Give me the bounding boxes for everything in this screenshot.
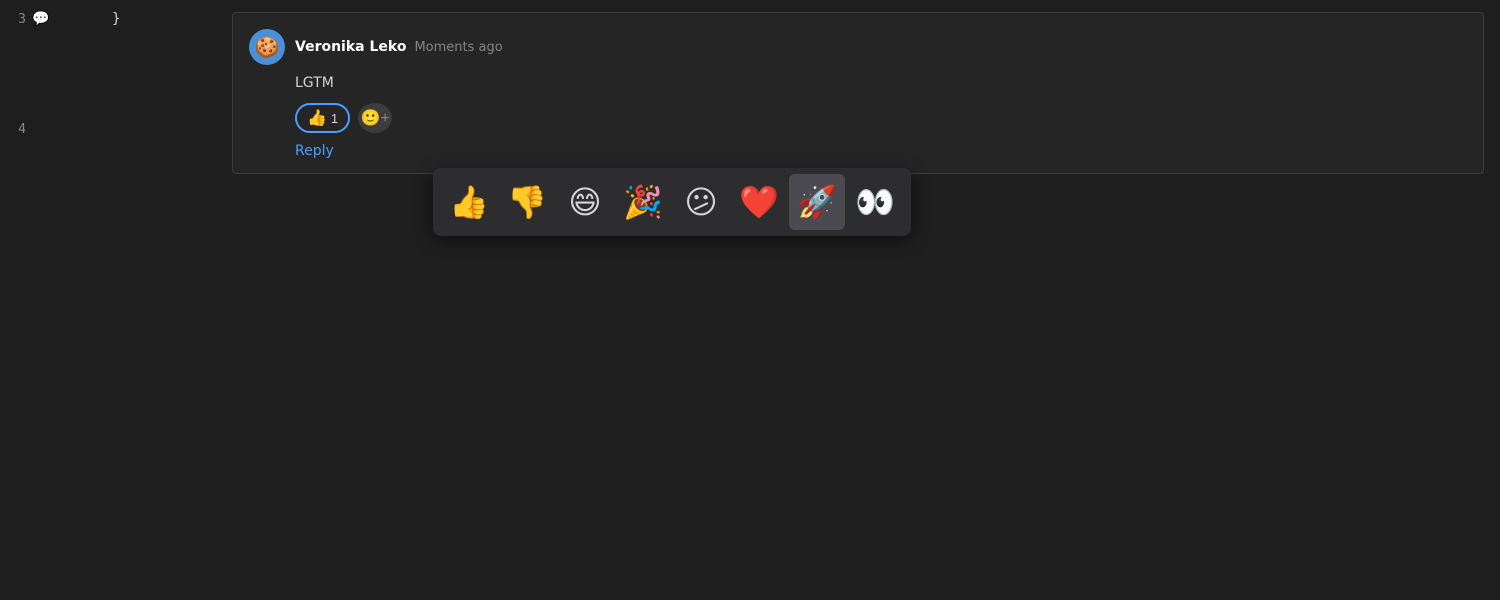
emoji-option-heart[interactable]: ❤️ (731, 174, 787, 230)
reaction-count: 1 (331, 111, 338, 126)
line-numbers: 3 💬 4 (0, 0, 108, 600)
author-name: Veronika Leko (295, 39, 406, 55)
add-reaction-icon: 🙂+ (361, 108, 390, 128)
avatar-emoji: 🍪 (255, 35, 280, 59)
emoji-picker: 👍👎😄🎉😕❤️🚀👀 (433, 168, 911, 236)
thumbsup-emoji: 👍 (307, 108, 327, 128)
comment-body: LGTM (249, 75, 1467, 91)
code-brace: } (112, 11, 120, 27)
line-3-row: 3 💬 (0, 8, 108, 30)
emoji-option-confused[interactable]: 😕 (673, 174, 729, 230)
comment-icon[interactable]: 💬 (32, 11, 49, 27)
line-number-3: 3 (8, 12, 26, 27)
emoji-option-eyes[interactable]: 👀 (847, 174, 903, 230)
emoji-option-thumbsup[interactable]: 👍 (441, 174, 497, 230)
line-4-row: 4 (0, 118, 108, 140)
reactions-row: 👍 1 🙂+ (249, 103, 1467, 133)
emoji-option-grin[interactable]: 😄 (557, 174, 613, 230)
code-line-3: } (108, 8, 216, 30)
code-area: } (108, 0, 216, 600)
comment-card: 🍪 Veronika Leko Moments ago LGTM 👍 1 🙂+ … (232, 12, 1484, 174)
emoji-option-thumbsdown[interactable]: 👎 (499, 174, 555, 230)
emoji-option-rocket[interactable]: 🚀 (789, 174, 845, 230)
comment-header: 🍪 Veronika Leko Moments ago (249, 29, 1467, 65)
comment-panel: 🍪 Veronika Leko Moments ago LGTM 👍 1 🙂+ … (216, 0, 1500, 600)
timestamp: Moments ago (414, 40, 502, 55)
reply-link[interactable]: Reply (249, 143, 1467, 159)
add-reaction-button[interactable]: 🙂+ (358, 103, 392, 133)
line-number-4: 4 (8, 122, 26, 137)
emoji-option-party[interactable]: 🎉 (615, 174, 671, 230)
comment-meta: Veronika Leko Moments ago (295, 39, 503, 55)
avatar: 🍪 (249, 29, 285, 65)
thumbsup-reaction[interactable]: 👍 1 (295, 103, 350, 133)
